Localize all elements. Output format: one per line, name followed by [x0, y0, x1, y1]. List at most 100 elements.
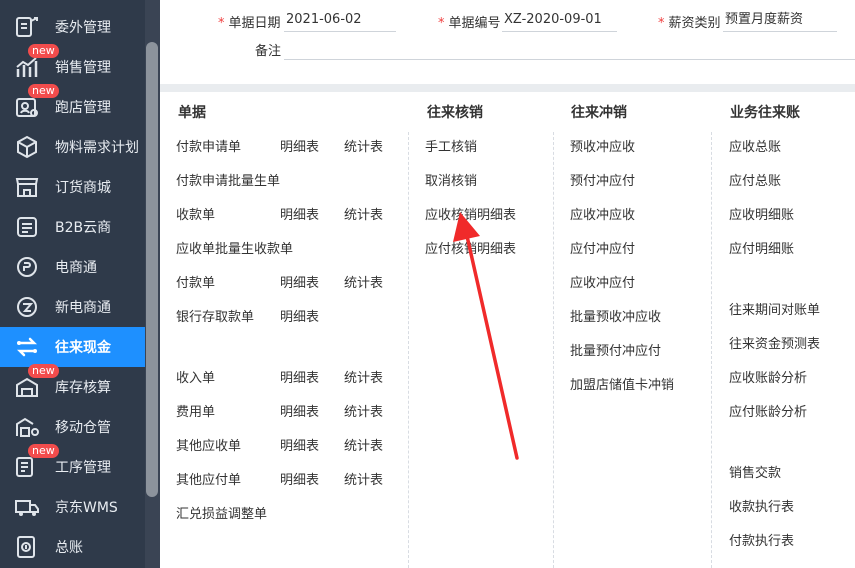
salary-type-field[interactable]: 预置月度薪资	[723, 10, 837, 32]
menu-link[interactable]: 其他应收单	[176, 435, 241, 454]
column-title-offset: 往来冲销	[571, 105, 627, 121]
sidebar-item-label: 订货商城	[55, 180, 111, 196]
process-icon	[14, 455, 40, 479]
stats-report-link[interactable]: 统计表	[344, 136, 383, 155]
menu-link[interactable]: 预付冲应付	[570, 170, 635, 189]
sidebar-item[interactable]: new 销售管理	[0, 44, 145, 87]
menu-link[interactable]: 付款执行表	[729, 530, 794, 549]
stats-report-link[interactable]: 统计表	[344, 204, 383, 223]
menu-link[interactable]: 付款申请单	[176, 136, 241, 155]
menu-link[interactable]: 应收冲应收	[570, 204, 635, 223]
salary-type-label: * 薪资类别	[658, 16, 721, 31]
menu-link[interactable]: 往来期间对账单	[729, 299, 820, 318]
menu-link[interactable]: 费用单	[176, 401, 215, 420]
detail-report-link[interactable]: 明细表	[280, 401, 319, 420]
ecommerce-icon	[14, 255, 40, 279]
inventory-icon	[14, 375, 40, 399]
menu-link[interactable]: 付款申请批量生单	[176, 170, 280, 189]
sidebar-item[interactable]: new 库存核算	[0, 364, 145, 407]
stats-report-link[interactable]: 统计表	[344, 272, 383, 291]
menu-link[interactable]: 应付明细账	[729, 238, 794, 257]
menu-link[interactable]: 往来资金预测表	[729, 333, 820, 352]
sidebar-item-label: 电商通	[55, 260, 97, 276]
menu-link[interactable]: 预收冲应收	[570, 136, 635, 155]
sidebar-item[interactable]: 电商通	[0, 247, 145, 287]
sidebar-item-label: 库存核算	[55, 380, 111, 396]
detail-report-link[interactable]: 明细表	[280, 435, 319, 454]
menu-link[interactable]: 销售交款	[729, 462, 781, 481]
detail-report-link[interactable]: 明细表	[280, 136, 319, 155]
sidebar-item-label: 跑店管理	[55, 100, 111, 116]
remark-label: 备注	[255, 44, 282, 59]
menu-link[interactable]: 收入单	[176, 367, 215, 386]
column-title-ledger: 业务往来账	[730, 105, 800, 121]
sidebar-item[interactable]: new 跑店管理	[0, 84, 145, 127]
remark-field[interactable]	[284, 38, 855, 60]
detail-report-link[interactable]: 明细表	[280, 272, 319, 291]
sidebar-item-label: 工序管理	[55, 460, 111, 476]
menu-link[interactable]: 应付核销明细表	[425, 238, 516, 257]
ledger-icon	[14, 535, 40, 559]
detail-report-link[interactable]: 明细表	[280, 469, 319, 488]
stats-report-link[interactable]: 统计表	[344, 401, 383, 420]
sidebar-item-label: 委外管理	[55, 20, 111, 36]
detail-report-link[interactable]: 明细表	[280, 306, 319, 325]
sidebar-item[interactable]: 物料需求计划	[0, 127, 145, 167]
sidebar-item[interactable]: new 工序管理	[0, 444, 145, 487]
detail-report-link[interactable]: 明细表	[280, 367, 319, 386]
mobile-warehouse-icon	[14, 415, 40, 439]
cube-icon	[14, 135, 40, 159]
menu-link[interactable]: 其他应付单	[176, 469, 241, 488]
menu-link[interactable]: 应收单批量生收款单	[176, 238, 293, 257]
menu-link[interactable]: 手工核销	[425, 136, 477, 155]
menu-link[interactable]: 批量预付冲应付	[570, 340, 661, 359]
number-label: * 单据编号	[438, 16, 501, 31]
sidebar-item[interactable]: 订货商城	[0, 167, 145, 207]
menu-link[interactable]: 应收明细账	[729, 204, 794, 223]
sidebar-item[interactable]: 新电商通	[0, 287, 145, 327]
sidebar-item-label: B2B云商	[55, 220, 112, 236]
sidebar-item[interactable]: 移动仓管	[0, 407, 145, 447]
new-badge: new	[28, 444, 59, 458]
stats-report-link[interactable]: 统计表	[344, 435, 383, 454]
menu-link[interactable]: 收款执行表	[729, 496, 794, 515]
menu-link[interactable]: 银行存取款单	[176, 306, 254, 325]
menu-link[interactable]: 应收冲应付	[570, 272, 635, 291]
menu-link[interactable]: 应付总账	[729, 170, 781, 189]
menu-link[interactable]: 应付账龄分析	[729, 401, 807, 420]
sidebar-item-label: 物料需求计划	[55, 140, 139, 156]
column-title-verification: 往来核销	[427, 105, 483, 121]
new-ecommerce-icon	[14, 295, 40, 319]
sidebar-scrollbar-thumb[interactable]	[146, 42, 158, 497]
sidebar-item[interactable]: B2B云商	[0, 207, 145, 247]
menu-link[interactable]: 付款单	[176, 272, 215, 291]
sidebar-item-label: 总账	[55, 540, 83, 556]
new-badge: new	[28, 84, 59, 98]
cloud-store-icon	[14, 215, 40, 239]
sidebar-item-label: 移动仓管	[55, 420, 111, 436]
sidebar-item[interactable]: 总账	[0, 527, 145, 567]
detail-report-link[interactable]: 明细表	[280, 204, 319, 223]
number-field[interactable]: XZ-2020-09-01	[502, 10, 617, 32]
truck-icon	[14, 495, 40, 519]
menu-link[interactable]: 批量预收冲应收	[570, 306, 661, 325]
column-divider	[711, 132, 712, 568]
menu-link[interactable]: 加盟店储值卡冲销	[570, 374, 674, 393]
menu-link[interactable]: 应付冲应付	[570, 238, 635, 257]
menu-link[interactable]: 收款单	[176, 204, 215, 223]
sidebar-item[interactable]: 京东WMS	[0, 487, 145, 527]
shop-icon	[14, 175, 40, 199]
form-header: * 单据日期 2021-06-02 * 单据编号 XZ-2020-09-01 * 薪资…	[160, 0, 855, 84]
menu-link[interactable]: 应收核销明细表	[425, 204, 516, 223]
date-field[interactable]: 2021-06-02	[284, 10, 396, 32]
stats-report-link[interactable]: 统计表	[344, 469, 383, 488]
new-badge: new	[28, 44, 59, 58]
column-divider	[408, 132, 409, 568]
sidebar-item[interactable]: 委外管理	[0, 7, 145, 47]
menu-link[interactable]: 应收账龄分析	[729, 367, 807, 386]
menu-link[interactable]: 汇兑损益调整单	[176, 503, 267, 522]
sidebar-item[interactable]: 往来现金	[0, 327, 145, 367]
menu-link[interactable]: 取消核销	[425, 170, 477, 189]
menu-link[interactable]: 应收总账	[729, 136, 781, 155]
stats-report-link[interactable]: 统计表	[344, 367, 383, 386]
